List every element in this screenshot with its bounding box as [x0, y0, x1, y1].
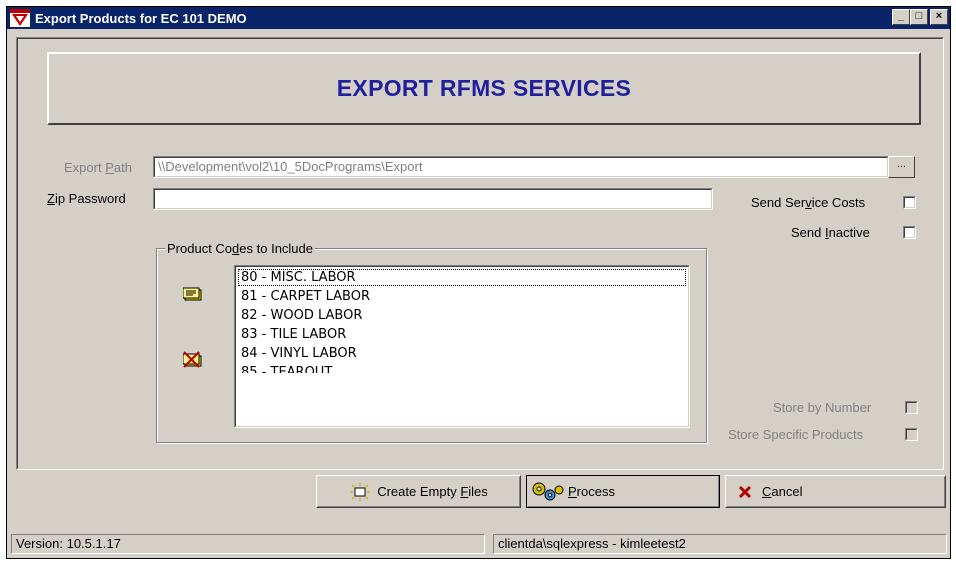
- export-path-value: \\Development\vol2\10_5DocPrograms\Expor…: [154, 157, 888, 177]
- minimize-icon: _: [897, 10, 905, 22]
- new-file-sparkle-icon: [349, 482, 371, 501]
- title-bar[interactable]: Export Products for EC 101 DEMO _ □ ×: [7, 7, 950, 29]
- close-icon: ×: [935, 10, 943, 22]
- browse-label: ...: [896, 158, 907, 170]
- list-item[interactable]: 85 - TEAROUT: [235, 363, 689, 373]
- zip-password-field[interactable]: [153, 188, 713, 210]
- browse-path-button[interactable]: ...: [888, 156, 915, 178]
- list-item[interactable]: 83 - TILE LABOR: [235, 325, 689, 344]
- zip-password-label: Zip Password: [47, 191, 126, 206]
- window-title: Export Products for EC 101 DEMO: [35, 11, 247, 26]
- create-empty-files-label: Create Empty Files: [377, 484, 488, 499]
- process-label: Process: [568, 484, 615, 499]
- maximize-icon: □: [915, 10, 923, 22]
- export-path-label: Export Path: [64, 160, 132, 175]
- store-by-number-label: Store by Number: [773, 400, 872, 415]
- store-by-number-checkbox[interactable]: [905, 401, 918, 414]
- cancel-x-icon: [738, 485, 752, 499]
- cancel-label: Cancel: [762, 484, 803, 499]
- close-button[interactable]: ×: [930, 9, 948, 25]
- zip-password-value: [154, 189, 712, 209]
- connection-status: clientda\sqlexpress - kimleetest2: [493, 534, 947, 554]
- store-specific-products-label: Store Specific Products: [728, 427, 864, 442]
- export-products-window: Export Products for EC 101 DEMO _ □ × EX…: [6, 6, 951, 559]
- send-inactive-label: Send Inactive: [791, 225, 870, 240]
- header-banner: EXPORT RFMS SERVICES: [47, 52, 921, 125]
- send-service-costs-checkbox[interactable]: [903, 196, 916, 209]
- app-logo-icon: [10, 9, 30, 27]
- title-buttons: _ □ ×: [892, 9, 948, 25]
- clear-selection-icon[interactable]: [182, 351, 203, 372]
- list-item[interactable]: 81 - CARPET LABOR: [235, 287, 689, 306]
- create-empty-files-button[interactable]: Create Empty Files: [316, 475, 521, 508]
- version-status: Version: 10.5.1.17: [11, 534, 485, 554]
- list-item[interactable]: 80 - MISC. LABOR: [237, 268, 687, 287]
- maximize-button[interactable]: □: [910, 9, 928, 25]
- product-codes-list[interactable]: 80 - MISC. LABOR 81 - CARPET LABOR 82 - …: [234, 265, 690, 428]
- banner-title: EXPORT RFMS SERVICES: [336, 75, 632, 101]
- product-codes-legend: Product Codes to Include: [165, 241, 315, 256]
- list-item[interactable]: 84 - VINYL LABOR: [235, 344, 689, 363]
- export-path-field[interactable]: \\Development\vol2\10_5DocPrograms\Expor…: [153, 156, 889, 178]
- process-button[interactable]: Process: [526, 475, 720, 508]
- status-bar: Version: 10.5.1.17 clientda\sqlexpress -…: [7, 530, 950, 559]
- minimize-button[interactable]: _: [892, 9, 910, 25]
- send-inactive-checkbox[interactable]: [903, 226, 916, 239]
- cancel-button[interactable]: Cancel: [725, 475, 946, 508]
- gears-icon: [530, 480, 566, 504]
- store-specific-products-checkbox[interactable]: [905, 428, 918, 441]
- send-service-costs-label: Send Service Costs: [751, 195, 866, 210]
- list-item[interactable]: 82 - WOOD LABOR: [235, 306, 689, 325]
- select-all-icon[interactable]: [182, 286, 203, 305]
